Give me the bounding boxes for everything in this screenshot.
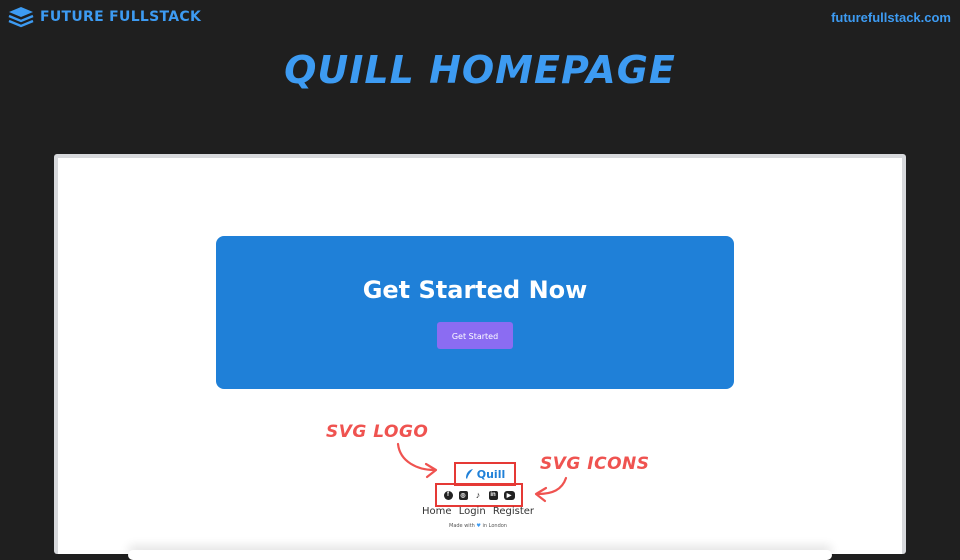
social-icons: f ◎ ♪ in ▶ bbox=[435, 483, 523, 507]
feather-icon bbox=[465, 469, 473, 479]
bottom-card-edge bbox=[128, 550, 832, 560]
logo-text: Quill bbox=[476, 467, 506, 481]
site-url-link[interactable]: futurefullstack.com bbox=[831, 10, 951, 25]
facebook-icon[interactable]: f bbox=[443, 490, 453, 500]
footer-link-login[interactable]: Login bbox=[459, 506, 486, 517]
svg-logo-annotation: SVG LOGO bbox=[326, 422, 429, 442]
homepage-preview: Get Started Now Get Started Quill f ◎ ♪ … bbox=[58, 158, 902, 560]
heart-icon: ♥ bbox=[476, 523, 481, 529]
stack-layers-icon bbox=[8, 7, 34, 28]
svg-icons-annotation: SVG ICONS bbox=[540, 454, 650, 474]
browser-preview-frame: Get Started Now Get Started Quill f ◎ ♪ … bbox=[54, 154, 906, 560]
cta-heading: Get Started Now bbox=[362, 276, 588, 304]
instagram-icon[interactable]: ◎ bbox=[458, 490, 468, 500]
made-with-text: Made with ♥ in London bbox=[449, 523, 507, 529]
footer-link-register[interactable]: Register bbox=[493, 506, 534, 517]
tiktok-icon[interactable]: ♪ bbox=[474, 490, 483, 500]
footer-nav: Home Login Register bbox=[418, 506, 538, 517]
cta-banner: Get Started Now Get Started bbox=[216, 236, 734, 389]
linkedin-icon[interactable]: in bbox=[488, 490, 498, 500]
brand-logo[interactable]: FUTURE FULLSTACK bbox=[8, 6, 201, 28]
get-started-button[interactable]: Get Started bbox=[437, 322, 513, 349]
footer-link-home[interactable]: Home bbox=[422, 506, 452, 517]
youtube-icon[interactable]: ▶ bbox=[503, 490, 515, 500]
page-title: QUILL HOMEPAGE bbox=[284, 48, 676, 92]
brand-name: FUTURE FULLSTACK bbox=[40, 9, 202, 25]
